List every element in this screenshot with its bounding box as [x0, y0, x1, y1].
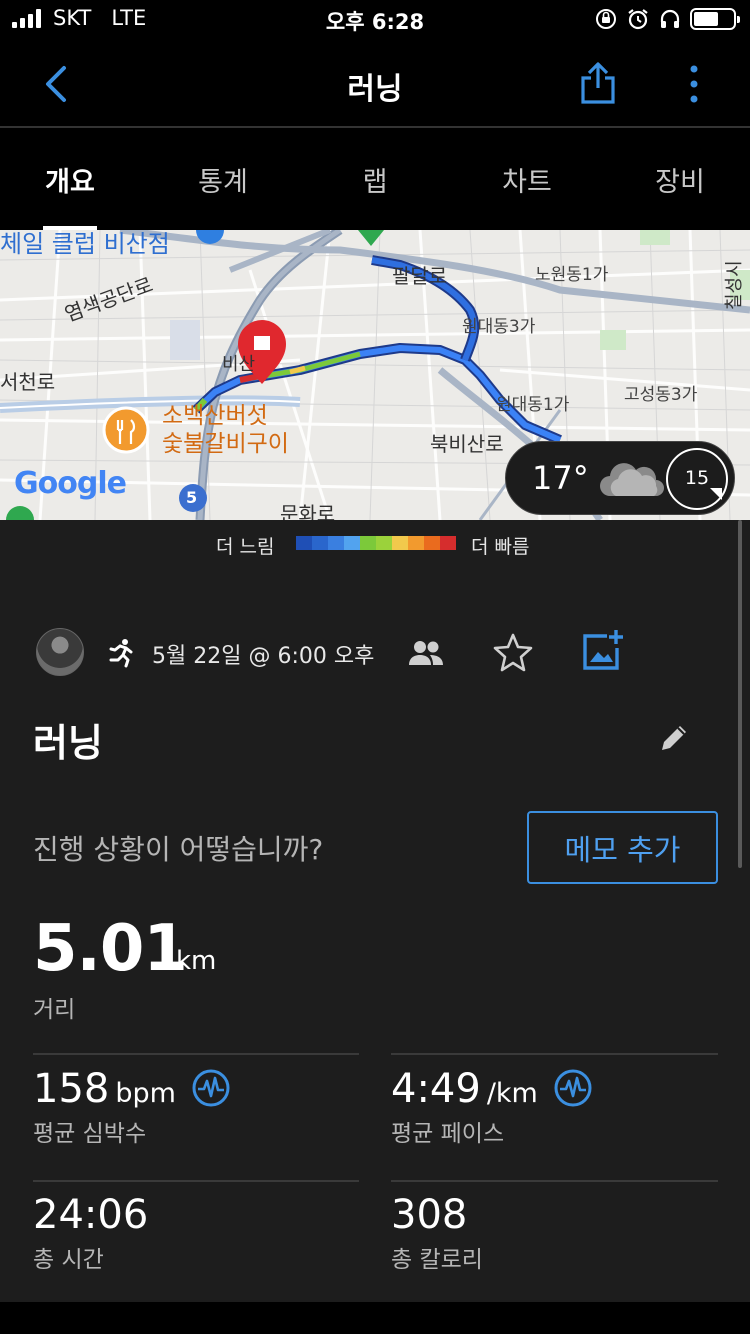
distance-value: 5.01	[33, 912, 188, 986]
progress-question: 진행 상황이 어떻습니까?	[33, 833, 324, 866]
add-photo-icon[interactable]	[581, 628, 625, 672]
divider	[391, 1053, 718, 1055]
pace-stat[interactable]: 4:49/km 평균 페이스	[391, 1066, 593, 1148]
share-icon[interactable]	[578, 60, 618, 106]
map-label-road5: 문화로	[280, 502, 336, 520]
heart-rate-stat[interactable]: 158 bpm 평균 심박수	[33, 1066, 231, 1148]
weather-badge: 17° 15	[505, 441, 735, 515]
tab-stats[interactable]: 통계	[163, 160, 283, 199]
total-time-value: 24:06	[33, 1192, 149, 1238]
total-time-stat: 24:06 총 시간	[33, 1192, 148, 1274]
divider	[33, 1053, 359, 1055]
map-label-topleft: 체일 클럽 비산점	[0, 230, 170, 258]
map-label-edge: 칠성시	[724, 260, 745, 310]
tab-gear[interactable]: 장비	[620, 160, 740, 199]
calories-label: 총 칼로리	[391, 1247, 483, 1273]
favorite-star-icon[interactable]	[492, 632, 534, 672]
weather-temperature: 17°	[532, 459, 589, 497]
heart-rate-unit: bpm	[115, 1078, 176, 1109]
legend-slow-label: 더 느림	[216, 536, 275, 558]
activity-date: 5월 22일 @ 6:00 오후	[152, 644, 375, 669]
pace-label: 평균 페이스	[391, 1121, 505, 1147]
status-bar: SKT LTE 오후 6:28	[0, 0, 750, 40]
calories-value: 308	[391, 1192, 468, 1238]
wind-direction-icon	[710, 488, 722, 500]
map-road-badge-number: 5	[186, 488, 198, 507]
add-memo-button[interactable]: 메모 추가	[527, 811, 718, 884]
map-label-road2: 서천로	[0, 370, 56, 394]
map-poi-name[interactable]: 소백산버섯 숯불갈비구이	[162, 402, 289, 458]
map-label-road3: 팔달로	[392, 264, 448, 288]
scrollbar[interactable]	[738, 520, 742, 868]
headphones-icon	[660, 9, 680, 28]
pace-legend: 더 느림 더 빠름	[0, 520, 750, 566]
map-label-area3: 원대동1가	[496, 395, 570, 415]
distance-unit: km	[176, 946, 217, 976]
map-label-road4: 북비산로	[430, 432, 504, 456]
total-time-label: 총 시간	[33, 1247, 104, 1273]
cloud-icon	[600, 463, 664, 496]
wind-speed-dial: 15	[666, 448, 728, 510]
distance-label: 거리	[33, 997, 76, 1023]
divider	[33, 1180, 359, 1182]
pace-unit: /km	[486, 1078, 538, 1109]
map-label-short1: 비산	[222, 354, 256, 375]
status-icons	[594, 7, 740, 31]
group-icon[interactable]	[408, 638, 444, 668]
rotation-lock-icon	[596, 9, 616, 29]
bottom-bar	[0, 1302, 750, 1334]
pace-color-segment	[408, 536, 424, 550]
more-options-icon[interactable]	[684, 64, 704, 104]
running-icon	[109, 639, 133, 668]
calories-stat: 308 총 칼로리	[391, 1192, 483, 1274]
activity-title: 러닝	[33, 721, 103, 765]
tab-laps[interactable]: 랩	[315, 160, 435, 199]
map-label-area4: 고성동3가	[624, 385, 698, 405]
heart-rate-value: 158	[33, 1066, 110, 1112]
pace-color-segment	[392, 536, 408, 550]
heart-rate-trend-icon[interactable]	[191, 1068, 231, 1108]
pace-color-segment	[376, 536, 392, 550]
alarm-icon	[628, 9, 648, 30]
heart-rate-label: 평균 심박수	[33, 1121, 147, 1147]
restaurant-poi-icon[interactable]	[102, 406, 150, 454]
pace-color-segment	[440, 536, 456, 550]
pace-color-segment	[360, 536, 376, 550]
tab-bar: 개요 통계 랩 차트 장비	[0, 130, 750, 230]
pace-color-scale	[296, 536, 456, 550]
page-title: 러닝	[347, 72, 403, 107]
pace-color-segment	[344, 536, 360, 550]
activity-meta-row: 5월 22일 @ 6:00 오후	[36, 628, 736, 678]
tab-charts[interactable]: 차트	[467, 160, 587, 199]
pace-color-segment	[312, 536, 328, 550]
pace-value: 4:49	[391, 1066, 481, 1112]
tab-overview[interactable]: 개요	[10, 160, 130, 199]
divider	[391, 1180, 718, 1182]
map-label-area1: 노원동1가	[535, 265, 609, 285]
nav-bar: 러닝	[0, 40, 750, 128]
map-label-area2: 원대동3가	[462, 317, 536, 337]
pace-trend-icon[interactable]	[553, 1068, 593, 1108]
battery-icon	[690, 8, 740, 30]
pace-color-segment	[328, 536, 344, 550]
avatar[interactable]	[36, 628, 84, 676]
google-logo: Google	[14, 466, 127, 501]
legend-fast-label: 더 빠름	[471, 536, 530, 558]
edit-pencil-icon[interactable]	[658, 722, 690, 754]
pace-color-segment	[296, 536, 312, 550]
pace-color-segment	[424, 536, 440, 550]
wind-speed: 15	[684, 467, 710, 489]
